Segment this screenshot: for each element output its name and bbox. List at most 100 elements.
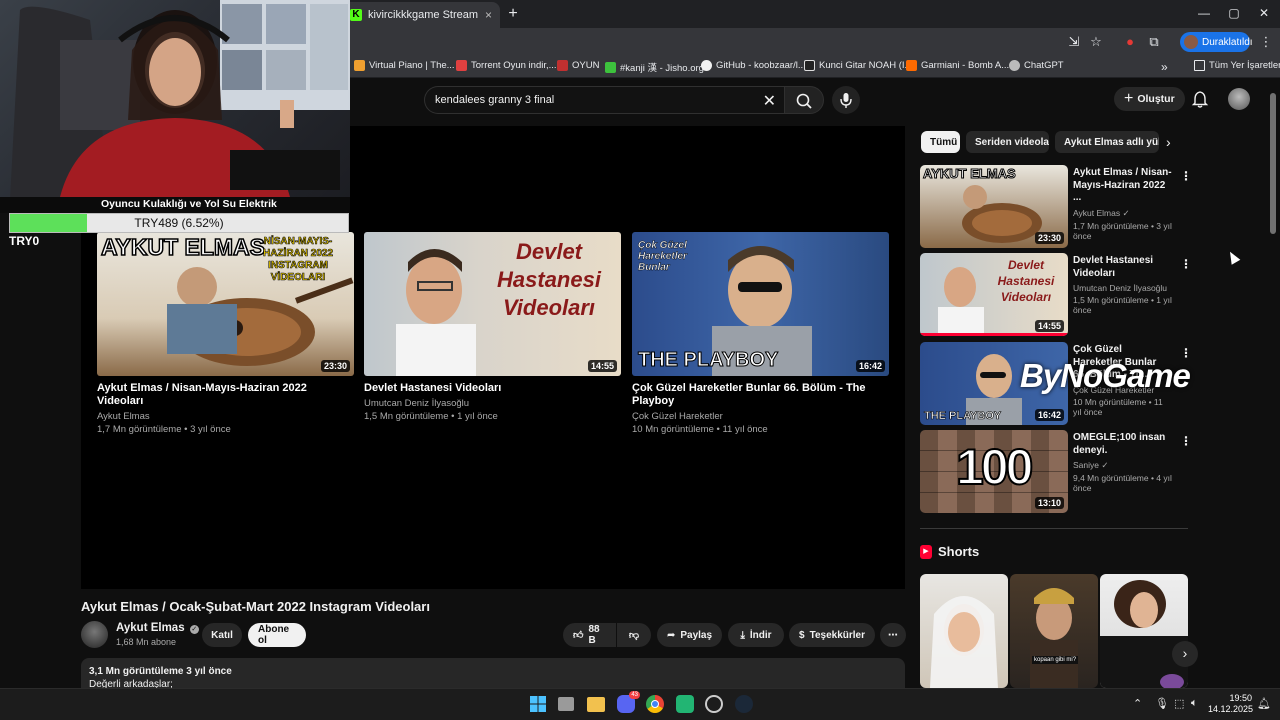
dislike-button[interactable]: 👎︎ [617, 623, 651, 647]
chip-all[interactable]: Tümü [921, 131, 960, 153]
video-title: Çok Güzel Hareketler Bunlar 66. Bölüm - … [632, 382, 866, 407]
subscribe-button[interactable]: Abone ol [248, 623, 306, 647]
bookmark-item[interactable]: GitHub - koobzaar/l... [701, 60, 806, 71]
bookmark-item[interactable]: #kanji 漢 - Jisho.org [605, 60, 704, 74]
related-video-info: OMEGLE;100 insan deneyi. Saniye ✓ 9,4 Mn… [1073, 432, 1173, 493]
bookmarks-overflow-icon[interactable]: » [1161, 60, 1168, 74]
network-icon[interactable]: ⬚ [1174, 697, 1184, 710]
like-button[interactable]: 👍︎ 88 B [563, 623, 616, 647]
video-title: OMEGLE;100 insan deneyi. [1073, 432, 1166, 456]
thumbnail-logo-text: Çok Güzel Hareketler Bunlar [638, 240, 687, 273]
channel-avatar[interactable] [81, 621, 108, 648]
volume-icon[interactable]: 🔈︎ [1191, 697, 1198, 710]
discord-badge: 43 [629, 691, 640, 699]
chevron-right-icon[interactable]: › [1166, 134, 1171, 150]
share-button[interactable]: ➦ Paylaş [657, 623, 722, 647]
short-caption: kopaan gibi mi? [1032, 656, 1079, 664]
restore-button[interactable]: ▢ [1226, 6, 1242, 20]
channel-name-link[interactable]: Aykut Elmas ✓ [116, 622, 199, 634]
channel-name[interactable]: Umutcan Deniz İlyasoğlu [364, 397, 621, 410]
extensions-puzzle-icon[interactable]: ⧉ [1146, 34, 1162, 50]
subscriber-count: 1,68 Mn abone [116, 637, 177, 647]
close-window-button[interactable]: ✕ [1256, 6, 1272, 20]
windows-start-icon[interactable] [529, 695, 547, 713]
video-title: Devlet Hastanesi Videoları [364, 382, 502, 394]
steam-icon[interactable] [735, 695, 753, 713]
bookmark-item[interactable]: Torrent Oyun indir,... [456, 60, 557, 71]
related-video-info: Devlet Hastanesi Videoları Umutcan Deniz… [1073, 255, 1173, 315]
bookmark-item[interactable]: Kunci Gitar NOAH (I... [804, 60, 912, 71]
video-thumbnail: Devlet Hastanesi Videoları 14:55 [364, 232, 621, 376]
obs-icon[interactable] [705, 695, 723, 713]
notifications-bell-icon[interactable] [1190, 89, 1210, 109]
install-app-icon[interactable]: ⇲ [1066, 34, 1082, 50]
chrome-icon[interactable] [646, 695, 664, 713]
profile-button[interactable]: Duraklatıldı [1180, 32, 1253, 52]
bookmark-item[interactable]: Virtual Piano | The... [354, 60, 455, 71]
channel-name: Saniye ✓ [1073, 460, 1109, 470]
section-divider [920, 528, 1188, 529]
folder-icon [557, 60, 568, 71]
bookmark-star-icon[interactable]: ☆ [1088, 34, 1104, 50]
tray-overflow-icon[interactable]: ⌃ [1133, 697, 1142, 710]
shorts-next-arrow-icon[interactable]: › [1172, 641, 1198, 667]
create-button[interactable]: + Oluştur [1114, 87, 1185, 111]
more-options-icon[interactable]: ⋮ [1180, 257, 1192, 271]
page-scrollbar[interactable] [1270, 93, 1276, 234]
browser-menu-icon[interactable]: ⋮ [1258, 34, 1274, 50]
tab-title: kivircikkkgame Stream - Watch [368, 9, 479, 21]
tab-close-icon[interactable]: × [485, 8, 492, 22]
search-button[interactable] [784, 86, 824, 114]
short-video[interactable] [920, 574, 1008, 688]
end-card-video[interactable]: AYKUT ELMAS NİSAN-MAYIS-HAZİRAN 2022 INS… [97, 232, 354, 436]
thanks-button[interactable]: $ Teşekkürler [789, 623, 875, 647]
end-card-video[interactable]: Devlet Hastanesi Videoları 14:55 Devlet … [364, 232, 621, 423]
more-options-icon[interactable]: ⋮ [1180, 169, 1192, 183]
related-video[interactable]: Devlet Hastanesi Videoları 14:55 Devlet … [920, 253, 1192, 337]
account-avatar[interactable] [1228, 88, 1250, 110]
more-options-icon[interactable]: ⋮ [1180, 434, 1192, 448]
channel-name[interactable]: Aykut Elmas [97, 410, 354, 423]
bookmark-item[interactable]: ChatGPT [1009, 60, 1064, 71]
minimize-button[interactable]: — [1196, 6, 1212, 20]
clear-search-icon[interactable]: ✕ [763, 91, 776, 111]
voice-search-button[interactable] [832, 86, 860, 114]
video-title-heading: Aykut Elmas / Ocak-Şubat-Mart 2022 Insta… [81, 599, 430, 614]
chip-series[interactable]: Seriden videolar [966, 131, 1049, 153]
short-thumbnail-art [930, 596, 998, 688]
end-card-video[interactable]: Çok Güzel Hareketler Bunlar THE PLAYBOY … [632, 232, 889, 436]
join-button[interactable]: Katıl [202, 623, 242, 647]
related-video[interactable]: 100 13:10 OMEGLE;100 insan deneyi. Saniy… [920, 430, 1192, 514]
notification-center-icon[interactable]: 🔔︎ [1257, 697, 1271, 710]
soundcloud-icon [906, 60, 917, 71]
video-title: Aykut Elmas / Nisan-Mayıs-Haziran 2022 V… [97, 382, 307, 407]
discord-icon[interactable]: 43 [617, 691, 640, 713]
channel-name[interactable]: Çok Güzel Hareketler [632, 410, 889, 423]
extension-red-icon[interactable]: ● [1122, 34, 1138, 50]
new-tab-button[interactable]: + [504, 5, 522, 23]
thumbs-up-icon: 👍︎ [573, 630, 584, 641]
profile-avatar [1184, 35, 1198, 49]
plus-icon: + [1124, 90, 1134, 107]
more-actions-icon[interactable]: ⋯ [880, 623, 906, 647]
short-video[interactable]: kopaan gibi mi? [1010, 574, 1098, 688]
browser-tab-active[interactable]: K kivircikkkgame Stream - Watch × [342, 2, 500, 28]
system-clock[interactable]: 19:50 14.12.2025 [1208, 693, 1253, 715]
task-view-icon[interactable] [558, 697, 574, 711]
bookmark-item[interactable]: OYUN [557, 60, 599, 71]
channel-name: Aykut Elmas ✓ [1073, 207, 1130, 218]
webcam-overlay [0, 0, 350, 197]
duration-badge: 23:30 [1034, 232, 1064, 244]
file-explorer-icon[interactable] [587, 697, 605, 712]
verified-badge-icon: ✓ [189, 625, 199, 634]
whatsapp-icon[interactable] [676, 695, 694, 713]
related-video[interactable]: AYKUT ELMAS 23:30 Aykut Elmas / Nisan-Ma… [920, 165, 1192, 249]
bookmark-item[interactable]: Garmiani - Bomb A... [906, 60, 1009, 71]
all-bookmarks-button[interactable]: Tüm Yer İşaretleri [1194, 60, 1280, 71]
thumbs-down-icon: 👎︎ [628, 630, 640, 641]
search-input[interactable]: kendalees granny 3 final ✕ [424, 86, 784, 114]
short-video[interactable] [1100, 574, 1188, 688]
download-button[interactable]: ⤓ İndir [728, 623, 784, 647]
chip-uploads[interactable]: Aykut Elmas adlı yükl [1055, 131, 1159, 153]
microphone-tray-icon[interactable]: 🎙︎ [1155, 697, 1169, 710]
